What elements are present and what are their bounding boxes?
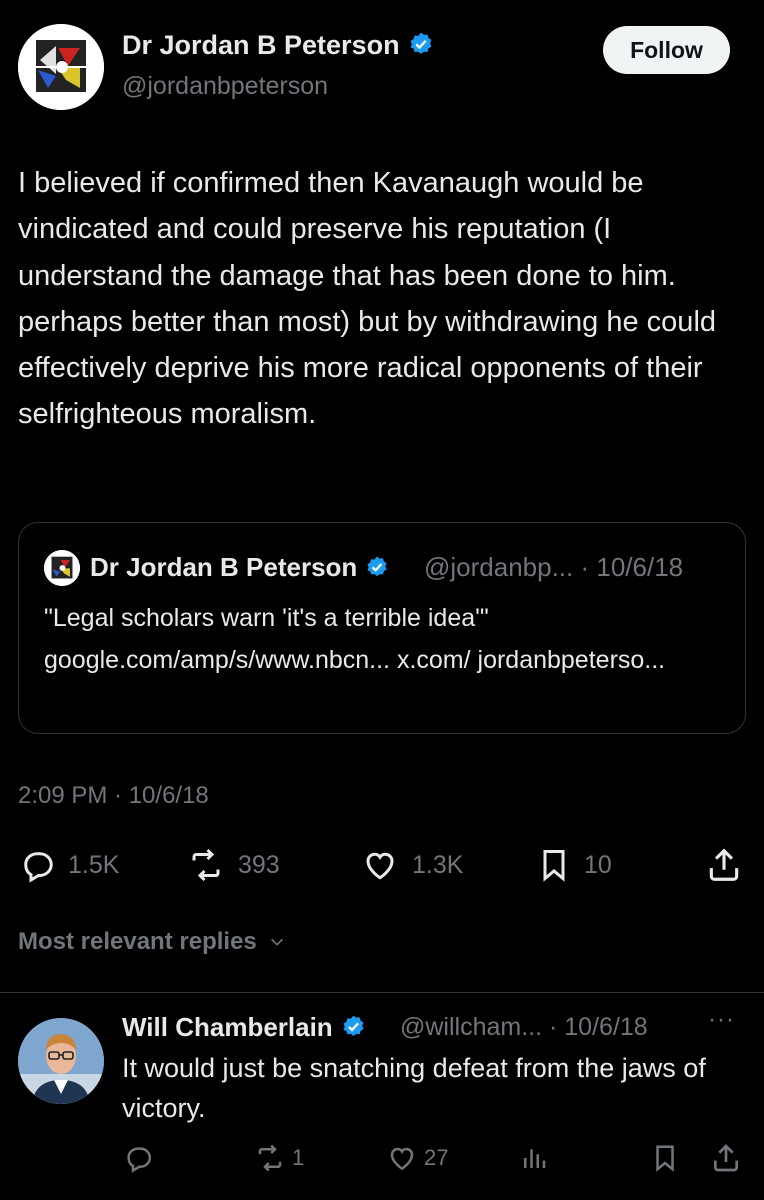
verified-badge-icon xyxy=(367,556,387,577)
repost-button[interactable]: 393 xyxy=(186,845,280,885)
quoted-author-name-text: Dr Jordan B Peterson xyxy=(90,552,358,582)
more-options-icon[interactable]: ··· xyxy=(708,1006,735,1034)
reply-button[interactable]: 1.5K xyxy=(18,845,119,885)
repost-icon xyxy=(192,848,220,882)
reply-reply-button[interactable] xyxy=(122,1140,160,1176)
reply-share-button[interactable] xyxy=(710,1140,748,1176)
replies-sort-dropdown[interactable]: Most relevant replies xyxy=(18,928,287,956)
share-icon xyxy=(714,1144,738,1172)
quoted-author-name: Dr Jordan B Peterson xyxy=(90,552,389,583)
quoted-author-avatar xyxy=(44,550,80,586)
reply-icon xyxy=(24,852,53,883)
reply-repost-button[interactable]: 1 xyxy=(254,1140,304,1176)
quoted-avatar-image xyxy=(44,550,80,586)
divider xyxy=(0,992,764,993)
like-icon xyxy=(390,1147,414,1171)
like-button[interactable]: 1.3K xyxy=(360,845,463,885)
reply-avatar-image xyxy=(18,1018,104,1104)
reply-author-avatar[interactable] xyxy=(18,1018,104,1104)
reply-like-button[interactable]: 27 xyxy=(386,1140,448,1176)
reply-count: 1.5K xyxy=(68,850,120,879)
reply-handle-date[interactable]: @willcham... · 10/6/18 xyxy=(400,1013,648,1042)
tweet-text: I believed if confirmed then Kavanaugh w… xyxy=(18,167,717,431)
like-count: 1.3K xyxy=(412,850,464,879)
replies-sort-label[interactable]: Most relevant replies xyxy=(18,928,257,955)
follow-button[interactable]: Follow xyxy=(603,26,730,74)
like-icon xyxy=(366,852,394,880)
views-icon xyxy=(524,1149,546,1168)
bookmark-count: 10 xyxy=(584,850,612,879)
reply-views-button[interactable] xyxy=(518,1140,556,1176)
quoted-tweet-text: "Legal scholars warn 'it's a terrible id… xyxy=(44,604,666,674)
author-handle[interactable]: @jordanbpeterson xyxy=(122,72,328,101)
reply-text: It would just be snatching defeat from t… xyxy=(122,1053,706,1123)
reply-bookmark-button[interactable] xyxy=(650,1140,686,1176)
quoted-handle-date: @jordanbp... · 10/6/18 xyxy=(424,552,684,582)
share-button[interactable] xyxy=(704,845,756,885)
share-icon xyxy=(709,848,739,881)
chevron-down-icon xyxy=(271,938,284,946)
bookmark-icon xyxy=(656,1145,674,1172)
reply-repost-count: 1 xyxy=(292,1145,305,1170)
repost-icon xyxy=(258,1144,282,1172)
reply-icon xyxy=(127,1147,152,1173)
bookmark-icon xyxy=(543,850,565,882)
reply-author-name[interactable]: Will Chamberlain xyxy=(122,1012,366,1043)
reply-like-count: 27 xyxy=(424,1145,449,1170)
author-name-text[interactable]: Dr Jordan B Peterson xyxy=(122,30,400,60)
author-name[interactable]: Dr Jordan B Peterson xyxy=(122,30,434,61)
tweet-timestamp[interactable]: 2:09 PM · 10/6/18 xyxy=(18,782,209,810)
author-avatar-image xyxy=(18,24,104,110)
reply-author-name-text[interactable]: Will Chamberlain xyxy=(122,1012,333,1042)
bookmark-button[interactable]: 10 xyxy=(536,845,612,885)
verified-badge-icon xyxy=(343,1015,364,1036)
repost-count: 393 xyxy=(238,850,280,879)
verified-badge-icon xyxy=(410,32,431,54)
author-avatar[interactable] xyxy=(18,24,104,110)
